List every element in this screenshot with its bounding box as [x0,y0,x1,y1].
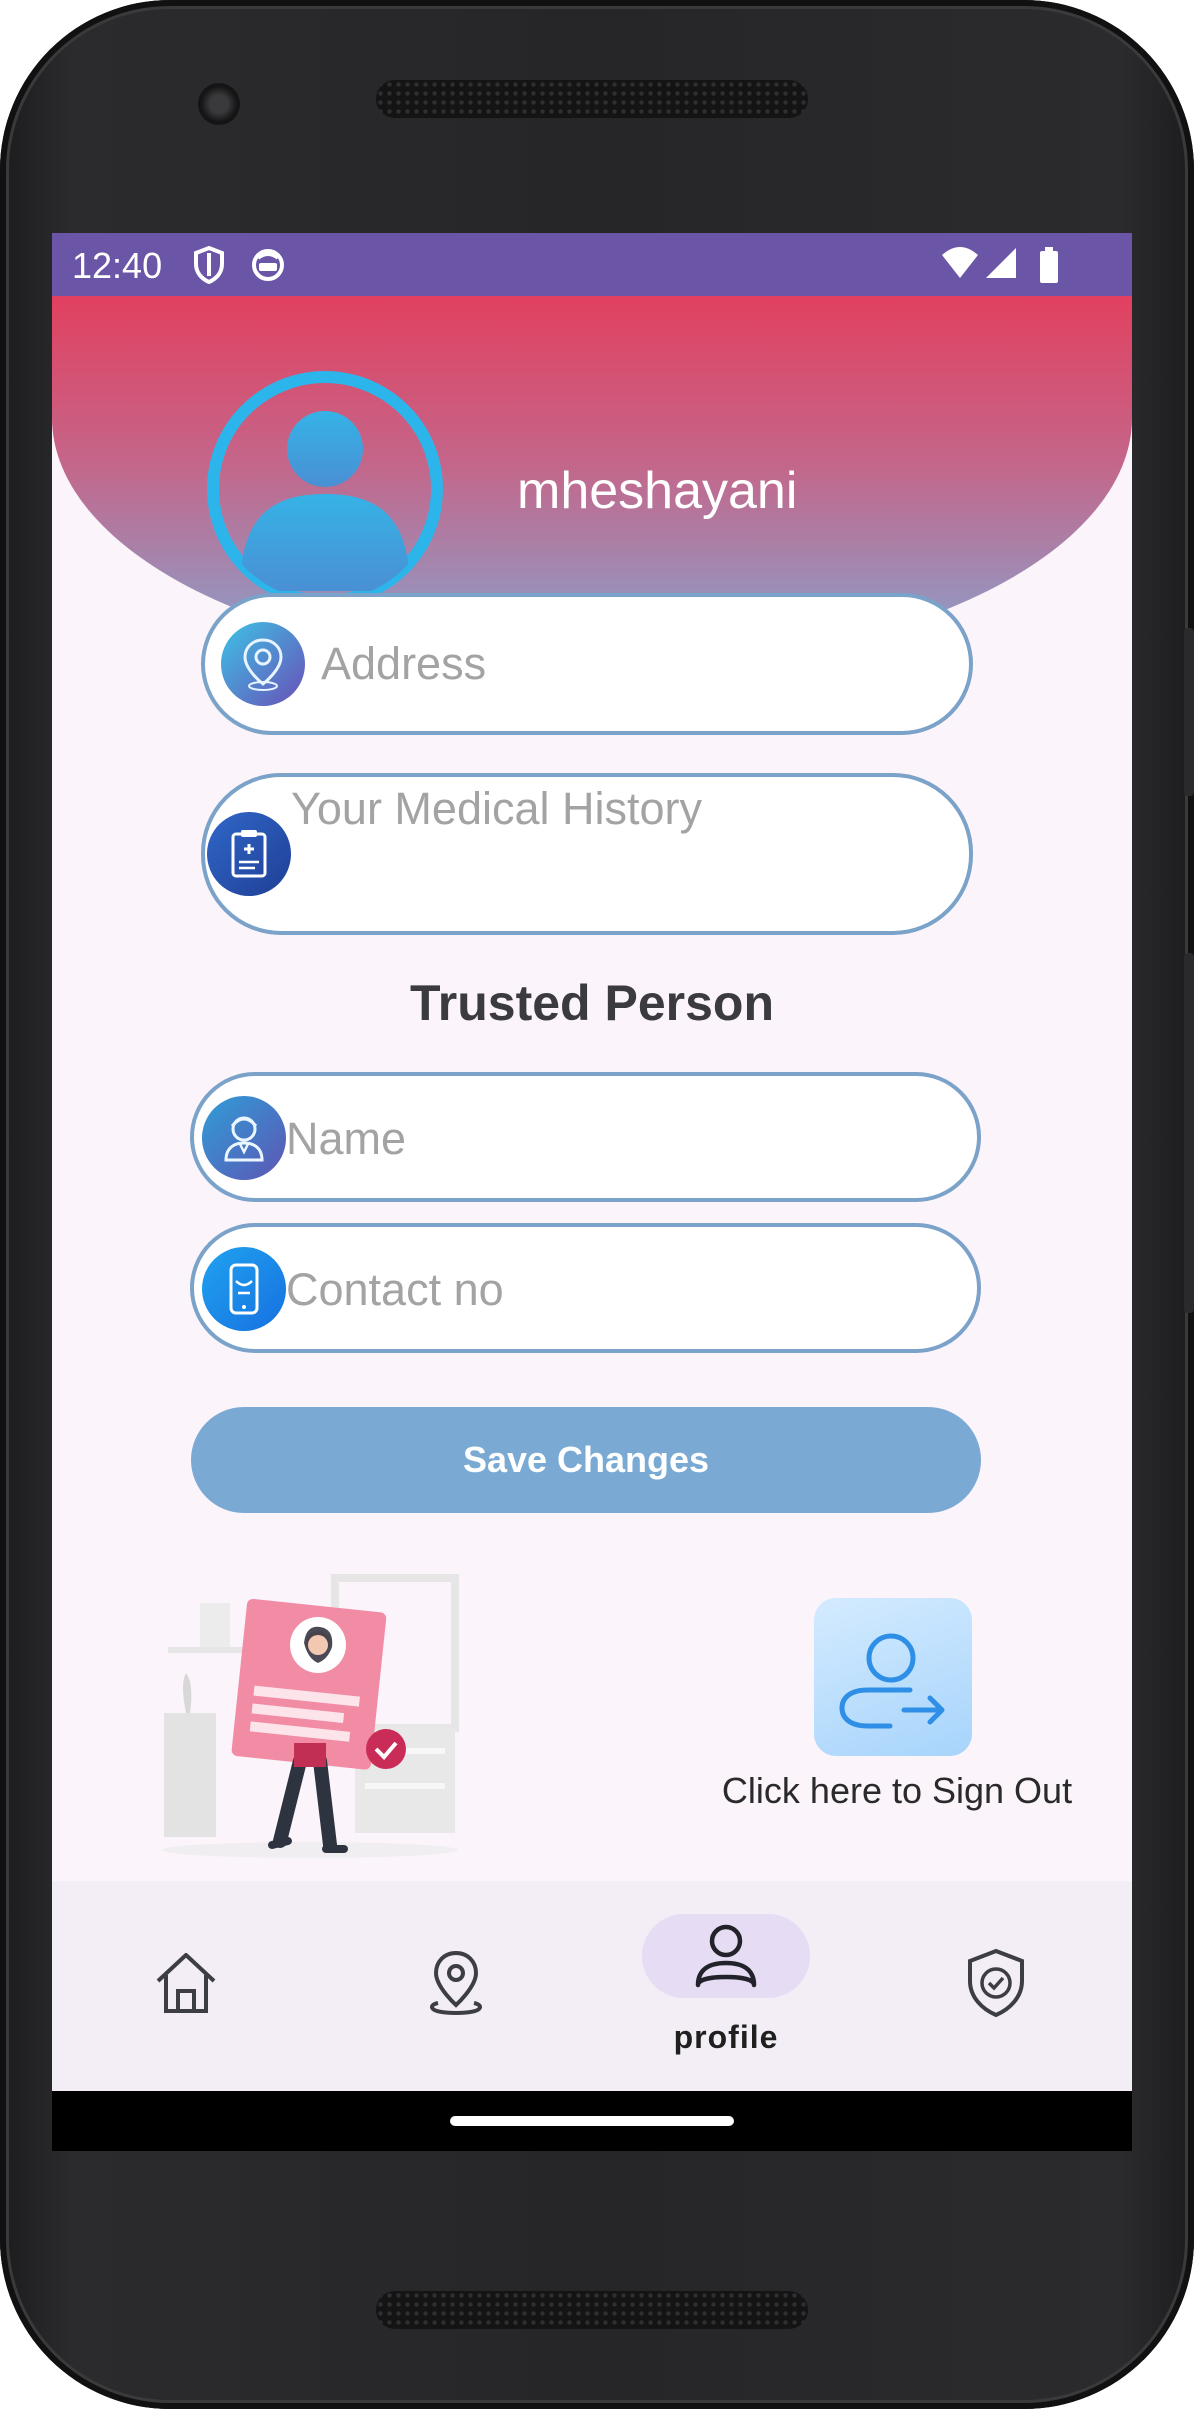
address-field[interactable] [201,593,973,735]
wifi-icon [940,245,980,286]
home-gesture-bar[interactable] [450,2116,734,2126]
person-icon [202,1096,286,1180]
trusted-contact-input[interactable] [286,1259,946,1321]
sign-out-label[interactable]: Click here to Sign Out [707,1770,1087,1812]
front-camera [198,83,240,125]
profile-icon [695,1924,757,1988]
medical-clipboard-icon [207,812,291,896]
sign-out-button[interactable] [814,1598,972,1756]
trusted-name-input[interactable] [286,1108,946,1170]
nav-label-profile[interactable]: profile [612,2019,840,2056]
trusted-person-title: Trusted Person [410,975,774,1031]
sign-out-icon [839,1633,945,1729]
medical-history-field[interactable] [201,773,973,935]
username: mheshayani [517,462,798,520]
medical-history-input[interactable] [291,783,931,903]
volume-button [1184,953,1194,1313]
phone-frame: 12:40 mheshayani Address Your Medical Hi… [0,0,1194,2409]
nav-item-home[interactable] [150,1947,222,2019]
status-time: 12:40 [72,245,163,286]
bottom-speaker [376,2291,808,2329]
nav-item-map[interactable] [420,1947,492,2019]
save-changes-button[interactable]: Save Changes [191,1407,981,1513]
address-input[interactable] [321,633,941,695]
location-icon [221,622,305,706]
signal-icon [984,245,1018,286]
user-avatar-icon[interactable] [202,366,448,607]
shield-check-icon [968,1948,1024,2018]
shield-icon [192,245,226,290]
power-button [1184,628,1194,796]
app-screen: 12:40 mheshayani Address Your Medical Hi… [52,233,1132,2151]
trusted-name-field[interactable] [190,1072,981,1202]
face-mask-icon [250,245,286,290]
nav-item-profile[interactable] [690,1919,762,1991]
battery-icon [1038,245,1060,290]
home-icon [156,1953,216,2013]
profile-illustration [160,1573,470,1863]
phone-icon [202,1247,286,1331]
top-speaker [376,80,808,118]
status-bar: 12:40 [52,233,1132,296]
map-pin-icon [429,1950,483,2016]
nav-item-safety[interactable] [960,1947,1032,2019]
trusted-contact-field[interactable] [190,1223,981,1353]
